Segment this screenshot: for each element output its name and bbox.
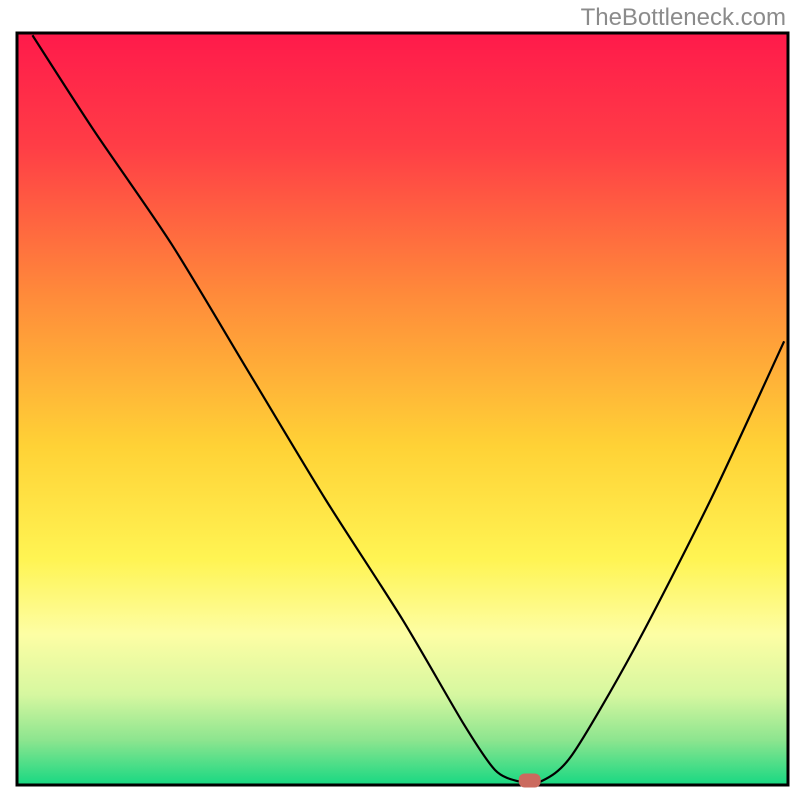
chart-container: TheBottleneck.com: [0, 0, 800, 800]
watermark-text: TheBottleneck.com: [581, 4, 786, 32]
bottleneck-chart: [0, 0, 800, 800]
plot-background: [17, 33, 788, 785]
optimal-point-marker: [519, 773, 541, 787]
